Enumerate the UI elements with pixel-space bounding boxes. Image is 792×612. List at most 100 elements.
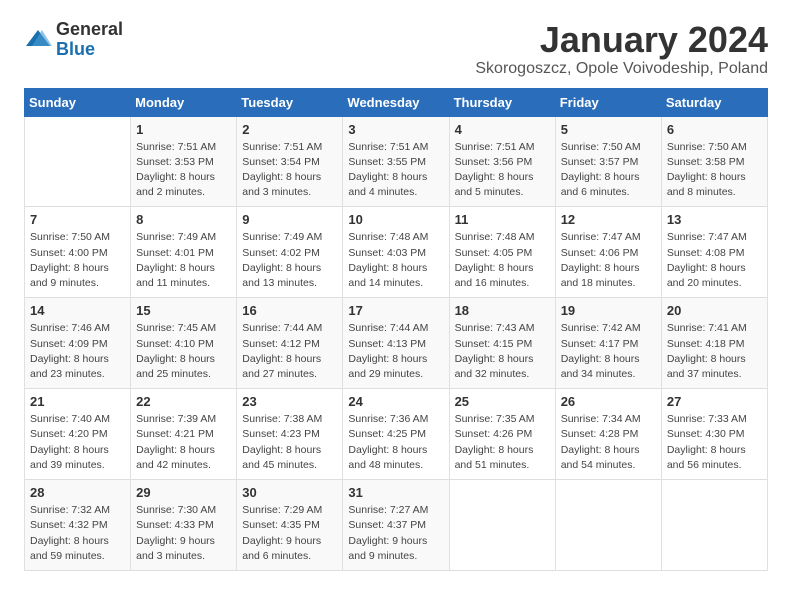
day-detail: Sunrise: 7:50 AMSunset: 3:57 PMDaylight:… (561, 140, 656, 201)
calendar-week-row: 21 Sunrise: 7:40 AMSunset: 4:20 PMDayligh… (25, 389, 768, 480)
day-number: 19 (561, 303, 656, 318)
day-number: 1 (136, 122, 231, 137)
day-detail: Sunrise: 7:38 AMSunset: 4:23 PMDaylight:… (242, 412, 337, 473)
day-detail: Sunrise: 7:32 AMSunset: 4:32 PMDaylight:… (30, 503, 125, 564)
day-number: 18 (455, 303, 550, 318)
day-detail: Sunrise: 7:45 AMSunset: 4:10 PMDaylight:… (136, 321, 231, 382)
logo-general-text: General (56, 20, 123, 40)
day-number: 28 (30, 485, 125, 500)
header-thursday: Thursday (449, 88, 555, 116)
day-number: 5 (561, 122, 656, 137)
day-detail: Sunrise: 7:29 AMSunset: 4:35 PMDaylight:… (242, 503, 337, 564)
day-number: 3 (348, 122, 443, 137)
calendar-cell: 24 Sunrise: 7:36 AMSunset: 4:25 PMDayligh… (343, 389, 449, 480)
day-detail: Sunrise: 7:40 AMSunset: 4:20 PMDaylight:… (30, 412, 125, 473)
calendar-cell (661, 480, 767, 571)
calendar-cell: 11Sunrise: 7:48 AMSunset: 4:05 PMDayligh… (449, 207, 555, 298)
day-number: 30 (242, 485, 337, 500)
calendar-cell: 13 Sunrise: 7:47 AMSunset: 4:08 PMDayligh… (661, 207, 767, 298)
day-number: 14 (30, 303, 125, 318)
calendar-cell: 26Sunrise: 7:34 AMSunset: 4:28 PMDayligh… (555, 389, 661, 480)
day-number: 27 (667, 394, 762, 409)
day-number: 31 (348, 485, 443, 500)
logo-blue-text: Blue (56, 40, 123, 60)
header-saturday: Saturday (661, 88, 767, 116)
calendar-cell: 10 Sunrise: 7:48 AMSunset: 4:03 PMDayligh… (343, 207, 449, 298)
day-detail: Sunrise: 7:49 AMSunset: 4:02 PMDaylight:… (242, 230, 337, 291)
day-number: 23 (242, 394, 337, 409)
calendar-cell: 30 Sunrise: 7:29 AMSunset: 4:35 PMDayligh… (237, 480, 343, 571)
day-number: 24 (348, 394, 443, 409)
day-number: 15 (136, 303, 231, 318)
calendar-cell: 2Sunrise: 7:51 AMSunset: 3:54 PMDaylight… (237, 116, 343, 207)
calendar-cell: 6Sunrise: 7:50 AMSunset: 3:58 PMDaylight… (661, 116, 767, 207)
calendar-cell: 25Sunrise: 7:35 AMSunset: 4:26 PMDayligh… (449, 389, 555, 480)
day-number: 7 (30, 212, 125, 227)
day-detail: Sunrise: 7:41 AMSunset: 4:18 PMDaylight:… (667, 321, 762, 382)
day-detail: Sunrise: 7:49 AMSunset: 4:01 PMDaylight:… (136, 230, 231, 291)
calendar-cell: 12 Sunrise: 7:47 AMSunset: 4:06 PMDayligh… (555, 207, 661, 298)
day-detail: Sunrise: 7:30 AMSunset: 4:33 PMDaylight:… (136, 503, 231, 564)
calendar-week-row: 7 Sunrise: 7:50 AMSunset: 4:00 PMDaylight… (25, 207, 768, 298)
day-number: 17 (348, 303, 443, 318)
month-title: January 2024 (475, 20, 768, 60)
day-detail: Sunrise: 7:36 AMSunset: 4:25 PMDaylight:… (348, 412, 443, 473)
calendar-header-row: SundayMondayTuesdayWednesdayThursdayFrid… (25, 88, 768, 116)
calendar-cell: 8 Sunrise: 7:49 AMSunset: 4:01 PMDaylight… (131, 207, 237, 298)
calendar-cell (555, 480, 661, 571)
calendar-week-row: 14 Sunrise: 7:46 AMSunset: 4:09 PMDayligh… (25, 298, 768, 389)
day-detail: Sunrise: 7:33 AMSunset: 4:30 PMDaylight:… (667, 412, 762, 473)
day-number: 8 (136, 212, 231, 227)
header-wednesday: Wednesday (343, 88, 449, 116)
calendar-cell (25, 116, 131, 207)
calendar-cell: 23 Sunrise: 7:38 AMSunset: 4:23 PMDayligh… (237, 389, 343, 480)
day-detail: Sunrise: 7:42 AMSunset: 4:17 PMDaylight:… (561, 321, 656, 382)
day-detail: Sunrise: 7:50 AMSunset: 3:58 PMDaylight:… (667, 140, 762, 201)
calendar-cell: 29 Sunrise: 7:30 AMSunset: 4:33 PMDayligh… (131, 480, 237, 571)
day-detail: Sunrise: 7:39 AMSunset: 4:21 PMDaylight:… (136, 412, 231, 473)
day-detail: Sunrise: 7:27 AMSunset: 4:37 PMDaylight:… (348, 503, 443, 564)
calendar-cell: 7 Sunrise: 7:50 AMSunset: 4:00 PMDaylight… (25, 207, 131, 298)
calendar-cell: 27 Sunrise: 7:33 AMSunset: 4:30 PMDayligh… (661, 389, 767, 480)
day-number: 25 (455, 394, 550, 409)
day-detail: Sunrise: 7:48 AMSunset: 4:03 PMDaylight:… (348, 230, 443, 291)
day-detail: Sunrise: 7:51 AMSunset: 3:54 PMDaylight:… (242, 140, 337, 201)
header-tuesday: Tuesday (237, 88, 343, 116)
day-detail: Sunrise: 7:50 AMSunset: 4:00 PMDaylight:… (30, 230, 125, 291)
calendar-cell: 4Sunrise: 7:51 AMSunset: 3:56 PMDaylight… (449, 116, 555, 207)
calendar-cell: 22 Sunrise: 7:39 AMSunset: 4:21 PMDayligh… (131, 389, 237, 480)
calendar-cell: 1Sunrise: 7:51 AMSunset: 3:53 PMDaylight… (131, 116, 237, 207)
day-number: 22 (136, 394, 231, 409)
calendar-week-row: 28 Sunrise: 7:32 AMSunset: 4:32 PMDayligh… (25, 480, 768, 571)
calendar-cell: 15 Sunrise: 7:45 AMSunset: 4:10 PMDayligh… (131, 298, 237, 389)
day-detail: Sunrise: 7:46 AMSunset: 4:09 PMDaylight:… (30, 321, 125, 382)
location-subtitle: Skorogoszcz, Opole Voivodeship, Poland (475, 60, 768, 78)
logo: General Blue (24, 20, 123, 60)
header-monday: Monday (131, 88, 237, 116)
header-sunday: Sunday (25, 88, 131, 116)
day-number: 10 (348, 212, 443, 227)
day-number: 12 (561, 212, 656, 227)
day-detail: Sunrise: 7:44 AMSunset: 4:13 PMDaylight:… (348, 321, 443, 382)
calendar-cell: 28 Sunrise: 7:32 AMSunset: 4:32 PMDayligh… (25, 480, 131, 571)
day-number: 16 (242, 303, 337, 318)
calendar-cell: 17 Sunrise: 7:44 AMSunset: 4:13 PMDayligh… (343, 298, 449, 389)
day-detail: Sunrise: 7:47 AMSunset: 4:08 PMDaylight:… (667, 230, 762, 291)
day-number: 29 (136, 485, 231, 500)
calendar-cell: 21 Sunrise: 7:40 AMSunset: 4:20 PMDayligh… (25, 389, 131, 480)
calendar-cell (449, 480, 555, 571)
day-detail: Sunrise: 7:44 AMSunset: 4:12 PMDaylight:… (242, 321, 337, 382)
day-number: 13 (667, 212, 762, 227)
calendar-week-row: 1Sunrise: 7:51 AMSunset: 3:53 PMDaylight… (25, 116, 768, 207)
day-detail: Sunrise: 7:51 AMSunset: 3:55 PMDaylight:… (348, 140, 443, 201)
calendar-cell: 18Sunrise: 7:43 AMSunset: 4:15 PMDayligh… (449, 298, 555, 389)
calendar-cell: 16 Sunrise: 7:44 AMSunset: 4:12 PMDayligh… (237, 298, 343, 389)
calendar-cell: 14 Sunrise: 7:46 AMSunset: 4:09 PMDayligh… (25, 298, 131, 389)
day-number: 4 (455, 122, 550, 137)
calendar-table: SundayMondayTuesdayWednesdayThursdayFrid… (24, 88, 768, 571)
title-area: January 2024 Skorogoszcz, Opole Voivodes… (475, 20, 768, 78)
logo-icon (24, 26, 52, 54)
header-friday: Friday (555, 88, 661, 116)
day-detail: Sunrise: 7:47 AMSunset: 4:06 PMDaylight:… (561, 230, 656, 291)
day-number: 21 (30, 394, 125, 409)
